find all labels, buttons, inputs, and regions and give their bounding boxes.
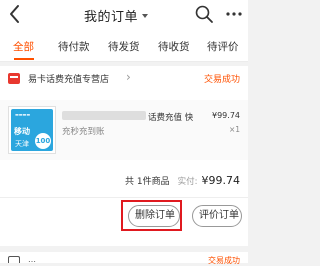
active-tab-indicator — [14, 58, 34, 60]
shop-name: 易卡话费充值专营店 — [28, 75, 110, 85]
shop-row[interactable]: 易卡话费充值专营店 › 交易成功 — [0, 66, 248, 92]
product-subtitle: 充秒充到账 — [62, 127, 105, 137]
shop-icon — [8, 73, 20, 84]
shop-icon — [8, 256, 20, 263]
tab-all[interactable]: 全部 — [13, 39, 34, 54]
tab-pending-payment[interactable]: 待付款 — [58, 39, 90, 54]
divider — [0, 197, 248, 198]
search-icon[interactable] — [194, 4, 214, 24]
next-order-status: 交易成功 — [208, 256, 240, 265]
product-price: ¥99.74 — [212, 111, 240, 120]
top-nav-bar: 我的订单 — [0, 0, 248, 30]
review-order-button[interactable]: 评价订单 — [192, 205, 242, 227]
thumb-brand-strip: ▬▬▬▬ — [15, 112, 31, 117]
item-count: 共 1件商品 — [125, 177, 170, 187]
paid-label: 实付: — [177, 177, 198, 187]
order-tabs: 全部 待付款 待发货 待收货 待评价 — [0, 30, 248, 62]
recharge-card-image: ▬▬▬▬ 移动 天津 100 — [11, 109, 53, 151]
delete-order-button[interactable]: 删除订单 — [128, 205, 180, 227]
tab-pending-receipt[interactable]: 待收货 — [158, 39, 190, 54]
thumb-brand: 移动 — [14, 127, 30, 136]
page-title: 我的订单 — [84, 9, 139, 25]
blurred-title — [62, 111, 146, 120]
order-card: 易卡话费充值专营店 › 交易成功 ▬▬▬▬ 移动 天津 100 话费充值 快 充… — [0, 66, 248, 246]
tab-pending-shipment[interactable]: 待发货 — [108, 39, 140, 54]
thumb-amount: 100 — [35, 133, 51, 149]
thumb-city: 天津 — [15, 140, 29, 148]
order-status: 交易成功 — [203, 75, 240, 85]
next-order-row[interactable]: … 交易成功 — [0, 252, 248, 265]
chevron-right-icon[interactable]: › — [126, 70, 131, 84]
tab-pending-review[interactable]: 待评价 — [207, 39, 239, 54]
product-title: 话费充值 快 — [148, 113, 194, 123]
order-summary: 共 1件商品 实付: ¥99.74 — [125, 174, 240, 187]
product-thumbnail[interactable]: ▬▬▬▬ 移动 天津 100 — [8, 106, 56, 154]
caret-down-icon — [142, 14, 149, 18]
chevron-left-icon[interactable] — [6, 2, 24, 26]
more-dots-icon[interactable] — [224, 4, 244, 24]
order-total: ¥99.74 — [201, 174, 241, 187]
product-quantity: ×1 — [228, 125, 240, 134]
page-title-dropdown[interactable]: 我的订单 — [84, 6, 149, 25]
product-row[interactable]: ▬▬▬▬ 移动 天津 100 话费充值 快 充秒充到账 ¥99.74 ×1 — [0, 100, 248, 160]
